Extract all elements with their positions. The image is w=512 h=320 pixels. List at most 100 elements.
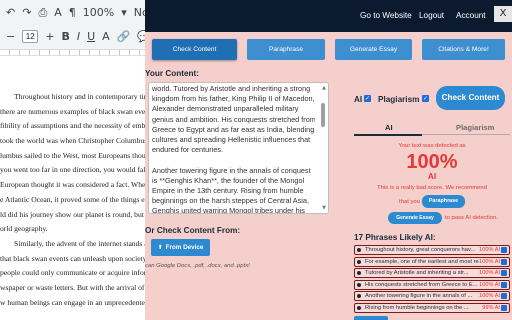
content-line: endured for centuries.	[152, 145, 223, 155]
bullet-icon	[357, 305, 361, 310]
content-line: Alexander demonstrated unparalleled mili…	[152, 104, 299, 114]
check-content-button[interactable]: Check Content	[436, 86, 505, 110]
document-line: people could only communicate or acquire…	[0, 268, 150, 278]
plagiarism-checkbox[interactable]: ✓	[422, 95, 429, 102]
generate-essay-tab-button[interactable]: Generate Essay	[335, 39, 412, 60]
phrase-text: Rising from humble beginnings on the ...	[365, 304, 469, 311]
upload-icon: ⬆	[157, 244, 163, 251]
phrase-score: 100% AI	[479, 293, 500, 299]
document-body[interactable]: Throughout history and in contemporary t…	[0, 90, 150, 310]
check-content-tab-button[interactable]: Check Content	[152, 39, 237, 60]
print-icon[interactable]: ⎙	[38, 7, 47, 18]
text-color-icon[interactable]: A	[102, 31, 110, 42]
detected-as-text: Your text was detected as	[398, 143, 466, 149]
minus-icon[interactable]: −	[6, 31, 15, 42]
phrase-text: His conquests stretched from Greece to E…	[365, 281, 478, 288]
ai-checker-panel: Go to Website Logout Account X Check Con…	[145, 0, 512, 320]
document-line: that black swan events can unleash upon …	[0, 253, 150, 263]
tab-ai[interactable]: AI	[385, 123, 393, 132]
phrase-checkbox[interactable]	[501, 293, 507, 299]
from-device-button[interactable]: ⬆ From Device	[151, 239, 210, 256]
active-tab-indicator	[354, 134, 422, 136]
phrase-checkbox[interactable]	[501, 258, 507, 265]
ai-option-label: AI	[354, 95, 363, 104]
ai-score: 100%	[406, 151, 458, 173]
document-line: orld geography.	[0, 224, 48, 234]
content-label: Your Content:	[145, 69, 199, 78]
ai-checkbox[interactable]: ✓	[364, 95, 371, 102]
tab-plagiarism[interactable]: Plagiarism	[456, 123, 494, 132]
ruler	[0, 50, 150, 56]
phrase-score: 100% AI	[479, 270, 500, 276]
underline-icon[interactable]: U	[87, 31, 95, 42]
link-icon[interactable]: 🔗	[117, 31, 131, 42]
citations-tab-button[interactable]: Citations & More!	[422, 39, 505, 60]
phrase-score: 100% AI	[479, 247, 500, 253]
phrase-checkbox[interactable]	[501, 281, 507, 288]
phrase-item[interactable]: For example, one of the earliest and mos…	[354, 256, 510, 267]
content-line: is **Genghis Khan**, the founder of the …	[152, 175, 305, 185]
paraphrase-suggestion-button[interactable]: Paraphrase	[422, 195, 465, 208]
bullet-icon	[357, 259, 361, 264]
content-line: world. Tutored by Aristotle and inheriti…	[152, 84, 311, 93]
phrase-text: Another towering figure in the annals of…	[365, 293, 473, 299]
editor-toolbar: ↶ ↷ ⎙ A ¶ 100% ▾ Normal ▾ − 12 + B I U A…	[0, 0, 150, 50]
bold-icon[interactable]: B	[61, 31, 69, 42]
phrase-checkbox[interactable]	[501, 304, 507, 311]
content-textarea[interactable]: world. Tutored by Aristotle and inheriti…	[148, 82, 329, 214]
scroll-up-icon[interactable]: ▲	[322, 85, 326, 91]
content-line: Empire in the 13th century. Rising from …	[152, 185, 304, 195]
go-to-website-link[interactable]: Go to Website	[360, 11, 412, 20]
warning-text-suffix: to pass AI detection.	[445, 215, 499, 221]
phrase-checkbox[interactable]	[501, 247, 507, 253]
bullet-icon	[357, 282, 361, 287]
spellcheck-icon[interactable]: A	[54, 7, 62, 18]
zoom-select[interactable]: 100%	[83, 7, 114, 18]
phrase-item[interactable]: Throughout history, great conquerors hav…	[354, 245, 510, 255]
phrase-item[interactable]: Another towering figure in the annals of…	[354, 291, 510, 301]
paint-format-icon[interactable]: ¶	[69, 7, 76, 18]
account-link[interactable]: Account	[456, 11, 486, 20]
font-size-input[interactable]: 12	[22, 29, 39, 43]
content-line: Another towering figure in the annals of…	[152, 165, 311, 175]
content-text: world. Tutored by Aristotle and inheriti…	[152, 84, 315, 214]
generate-essay-suggestion-button[interactable]: Generate Essay	[388, 212, 442, 224]
plus-icon[interactable]: +	[45, 31, 54, 42]
undo-icon[interactable]: ↶	[6, 7, 15, 18]
logout-link[interactable]: Logout	[419, 11, 444, 20]
phrase-item[interactable]: His conquests stretched from Greece to E…	[354, 279, 510, 290]
scroll-down-icon[interactable]: ▼	[322, 205, 326, 211]
document-line: e Atlantic Ocean, it proved some of the …	[0, 194, 150, 204]
phrase-item[interactable]: Tutored by Aristotle and inheriting a st…	[354, 268, 510, 278]
content-line	[152, 155, 315, 165]
document-line: lumbus sailed to the West, most European…	[0, 150, 150, 160]
content-line: beginnings on the harsh steppes of Centr…	[152, 196, 309, 206]
phrase-checkbox[interactable]	[501, 270, 507, 276]
document-line: there are numerous examples of black swa…	[0, 106, 150, 116]
italic-icon[interactable]: I	[77, 31, 80, 42]
show-more-button[interactable]	[354, 316, 388, 320]
document-line: Similarly, the advent of the internet st…	[14, 238, 150, 248]
toolbar-row-bottom: − 12 + B I U A 🔗 💬	[0, 26, 150, 46]
close-button[interactable]: X	[494, 6, 512, 22]
document-line: wspaper or waste letters. But with the a…	[0, 282, 150, 292]
document-line: European thought it was considered a fac…	[0, 180, 150, 190]
redo-icon[interactable]: ↷	[22, 7, 31, 18]
content-line: Genghis united warring Mongol tribes und…	[152, 206, 305, 214]
document-line: you went too far in one direction, you w…	[0, 165, 150, 175]
scrollbar-thumb[interactable]	[321, 103, 325, 127]
phrase-text: Tutored by Aristotle and inheriting a st…	[365, 270, 469, 276]
top-navbar: Go to Website Logout Account X	[145, 0, 512, 32]
chevron-down-icon[interactable]: ▾	[121, 7, 127, 18]
content-line: kingdom from his father, King Philip II …	[152, 94, 315, 104]
plagiarism-option-label: Plagiarism	[378, 95, 420, 104]
phrase-score: 100% AI	[479, 258, 500, 265]
content-line: Greece to Egypt and as far east as India…	[152, 124, 315, 134]
paraphrase-tab-button[interactable]: Paraphrase	[247, 39, 325, 60]
phrase-item[interactable]: Rising from humble beginnings on the ...…	[354, 302, 510, 313]
document-line: w human beings can engage in an unpreced…	[0, 297, 150, 307]
phrases-title: 17 Phrases Likely AI:	[354, 233, 436, 242]
upload-label: Or Check Content From:	[145, 226, 241, 235]
ai-score-label: AI	[427, 172, 437, 181]
document-line: took the world was when Christopher Colu…	[0, 136, 150, 146]
